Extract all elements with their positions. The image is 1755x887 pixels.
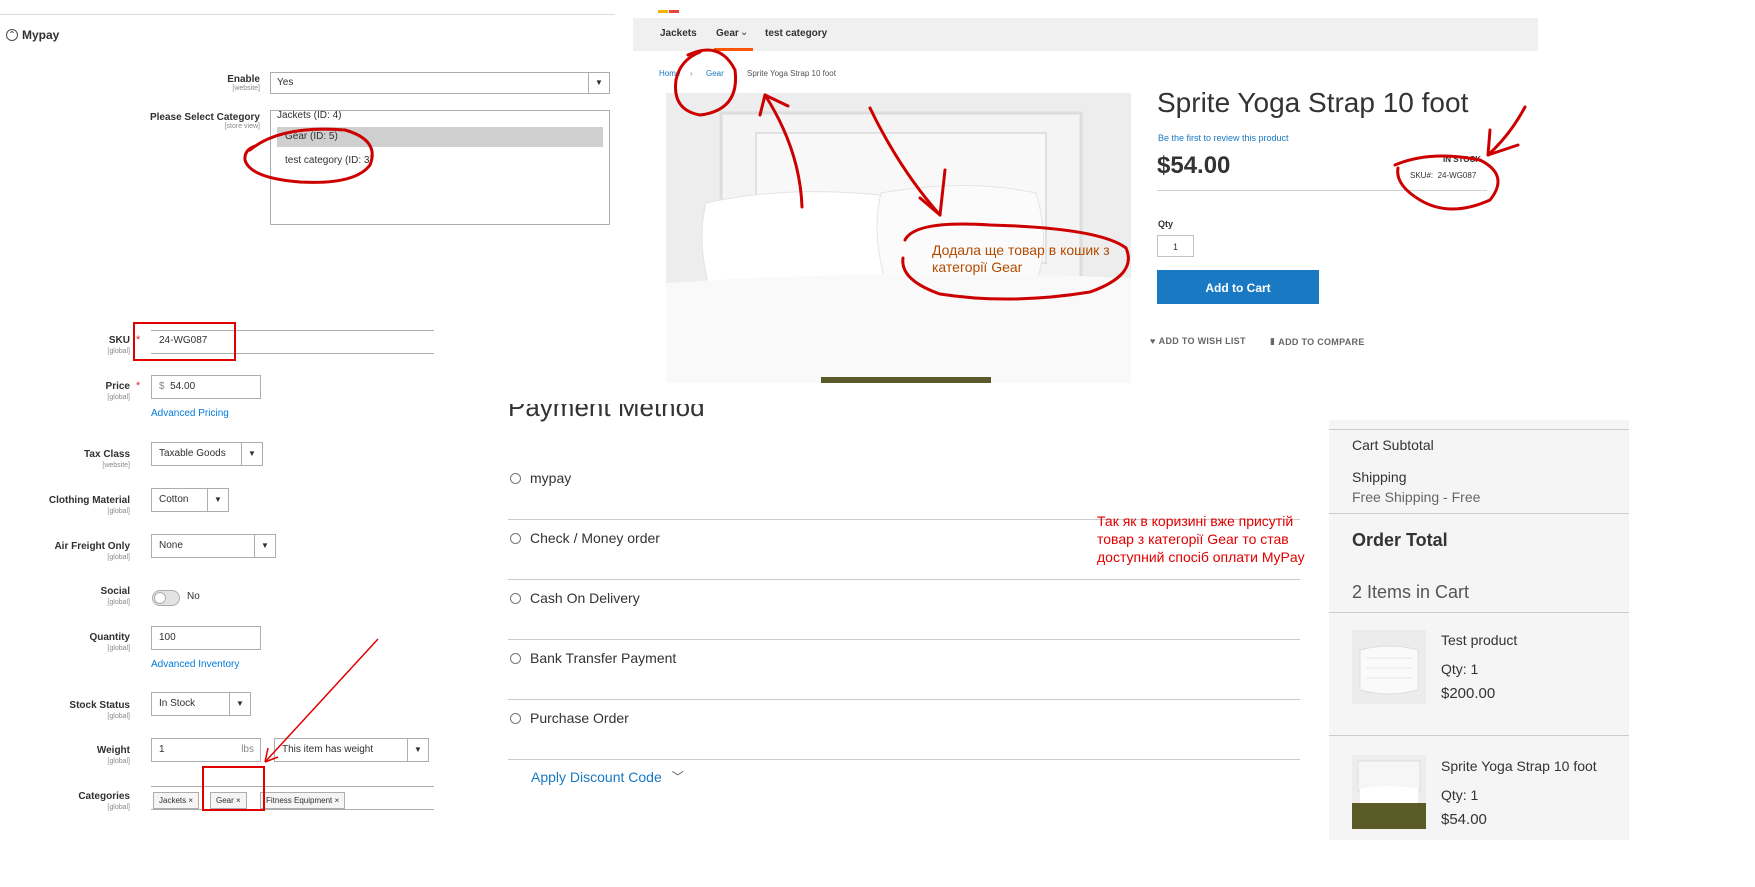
annotation-scribbles bbox=[133, 48, 1527, 811]
